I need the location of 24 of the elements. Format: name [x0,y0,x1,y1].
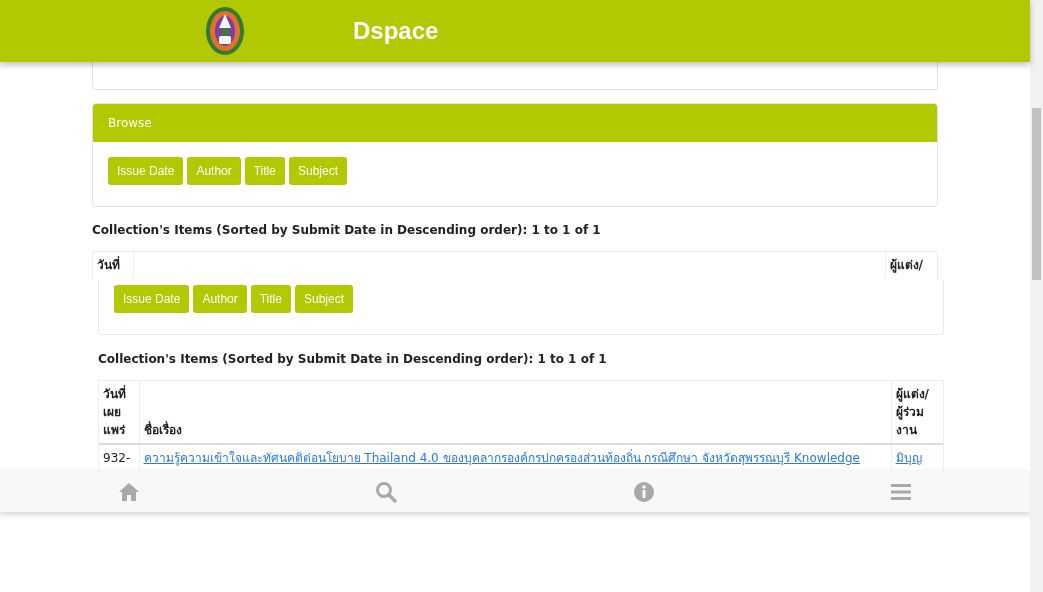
browse-button[interactable]: Author [193,285,247,313]
scrollbar[interactable] [1030,0,1043,592]
info-icon[interactable] [631,479,656,504]
university-seal-logo [205,6,245,56]
browse-button[interactable]: Title [250,285,291,313]
column-header: วันที่ [93,252,133,278]
browse-button[interactable]: Author [187,157,241,185]
items-heading: Collection's Items (Sorted by Submit Date in Descending order): 1 to 1 of 1 [92,222,602,239]
browse-button[interactable]: Subject [294,285,353,313]
column-header: วันที่ เผย แพร่ [99,381,139,444]
search-icon[interactable] [374,479,399,504]
column-header: ผู้แต่ง/ ผู้ร่วม งาน [891,381,943,444]
browse-button[interactable]: Issue Date [114,285,190,313]
author-link[interactable]: มิบุญ [895,451,922,465]
site-title: Dspace [353,16,439,46]
browse-button[interactable]: Title [244,157,285,185]
browse-button[interactable]: Issue Date [108,157,184,185]
scrollbar-thumb[interactable] [1032,108,1041,280]
panel-title: Browse [93,104,937,142]
column-header: ชื่อเรื่อง [139,381,891,444]
browse-button[interactable]: Subject [288,157,347,185]
items-heading: Collection's Items (Sorted by Submit Date in Descending order): 1 to 1 of 1 [98,351,608,368]
item-title-link[interactable]: ความรู้ความเข้าใจและทัศนคติต่อนโยบาย Thailand 4.0 ของบุคลากรองค์กรปกครองส่วนท้องถิ่น กรณีศึกษา จังหวัดสุพรรณบุรี Knowledge [143,451,860,465]
column-header: ผู้แต่ง/ [885,252,937,278]
